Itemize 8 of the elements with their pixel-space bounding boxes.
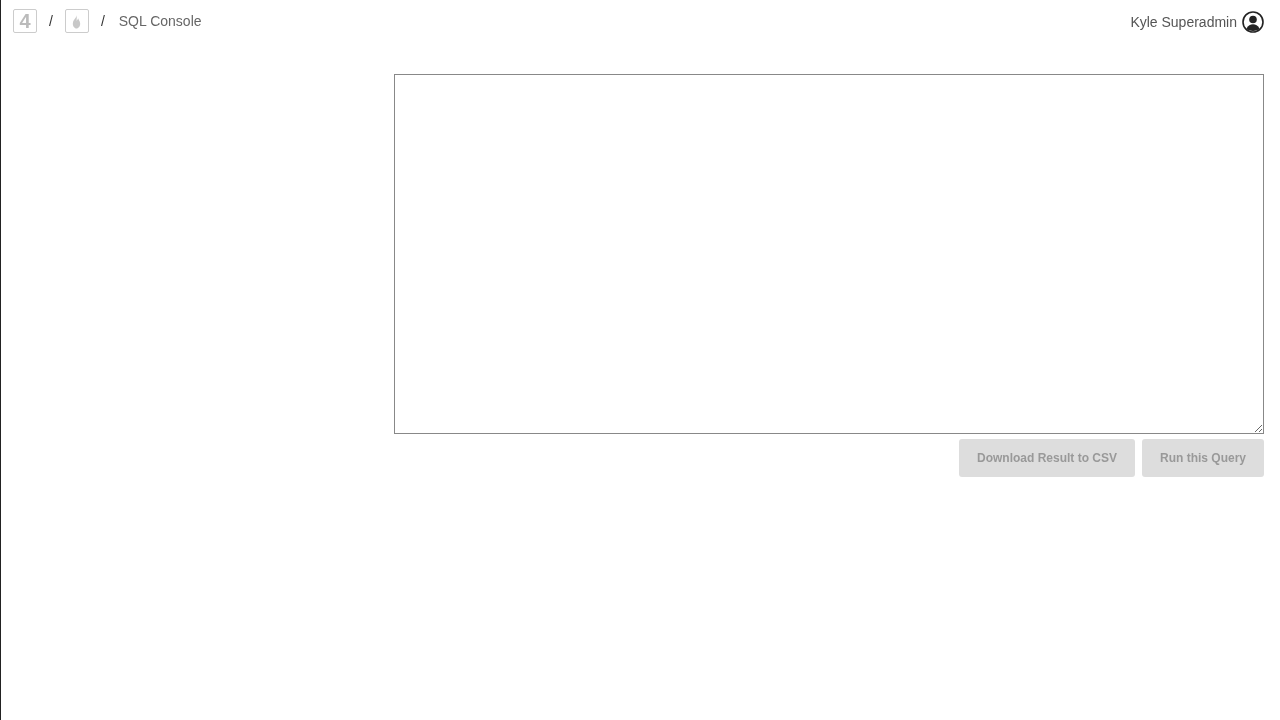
user-avatar-icon[interactable] <box>1242 11 1264 33</box>
user-name[interactable]: Kyle Superadmin <box>1130 14 1237 30</box>
breadcrumb-current: SQL Console <box>118 13 202 29</box>
breadcrumb-separator: / <box>100 13 105 29</box>
sql-editor[interactable] <box>394 74 1264 434</box>
home-link[interactable]: 4 <box>13 9 37 33</box>
flame-link[interactable] <box>64 9 89 33</box>
breadcrumb-separator: / <box>49 13 53 29</box>
